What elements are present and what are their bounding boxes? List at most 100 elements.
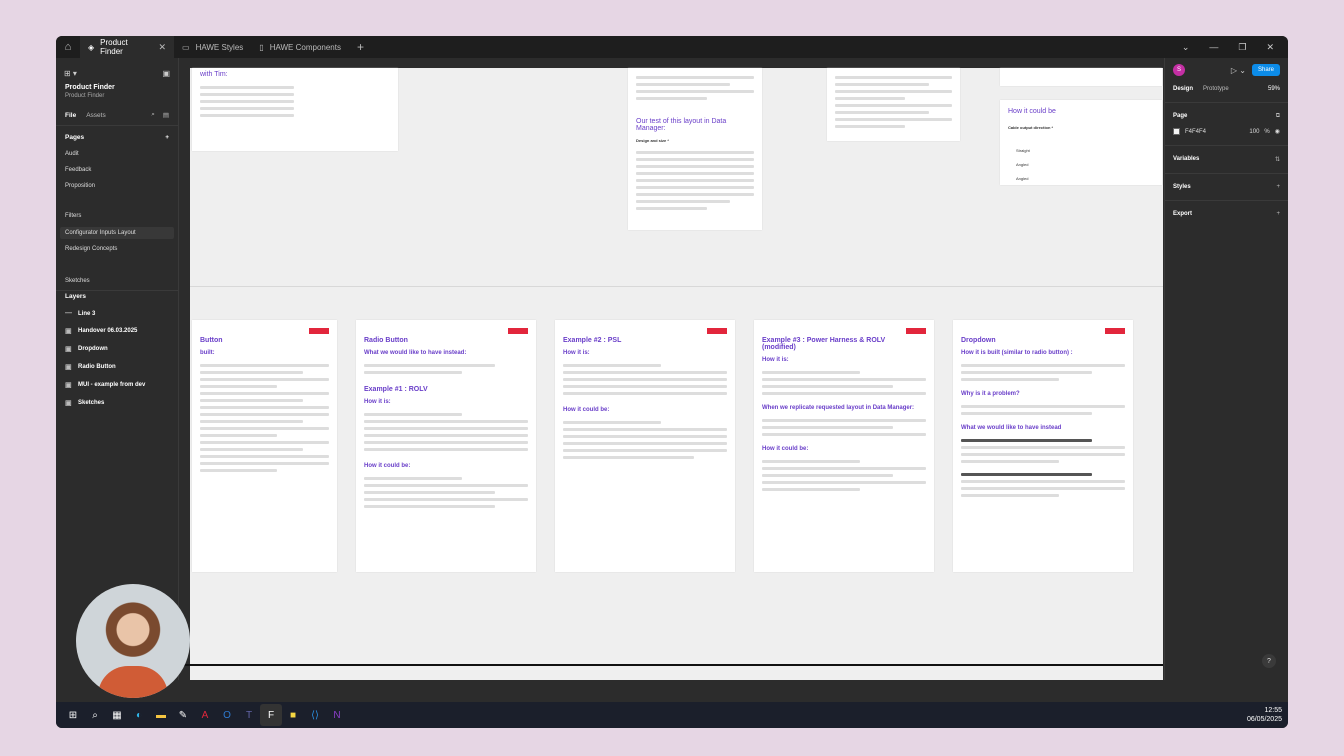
frame-subtitle: When we replicate requested layout in Da… <box>762 405 915 411</box>
share-button[interactable]: Share <box>1251 64 1280 76</box>
file-explorer-icon[interactable]: ▬ <box>150 704 172 726</box>
system-clock[interactable]: 12:55 06/05/2025 <box>1247 706 1288 724</box>
edge-icon[interactable]: ◐ <box>128 704 150 726</box>
page-opacity-value[interactable]: 100 <box>1249 129 1259 135</box>
variables-icon[interactable]: ⇅ <box>1275 156 1280 163</box>
layer-label: Handover 06.03.2025 <box>78 328 138 334</box>
home-icon[interactable]: ⌂ <box>56 36 80 58</box>
frame-title: How it could be <box>1008 108 1056 115</box>
frame-top-1[interactable]: with Tim: <box>192 68 398 151</box>
task-view-icon[interactable]: ▦ <box>106 704 128 726</box>
color-swatch[interactable] <box>1173 128 1180 135</box>
tab-design[interactable]: Design <box>1173 86 1193 92</box>
frame-subtitle: How it is: <box>762 357 789 363</box>
tab-prototype[interactable]: Prototype <box>1203 86 1229 92</box>
clock-date: 06/05/2025 <box>1246 716 1282 723</box>
styles-icon[interactable]: ⧉ <box>1276 113 1280 120</box>
search-icon[interactable]: ⌕ <box>84 704 106 726</box>
acrobat-icon[interactable]: A <box>194 704 216 726</box>
present-icon[interactable]: ▷ ⌄ <box>1231 66 1246 75</box>
onenote-icon[interactable]: N <box>326 704 348 726</box>
frame-example-psl[interactable]: Example #2 : PSL How it is: How it could… <box>555 320 735 572</box>
frame-top-4a[interactable] <box>1000 68 1162 86</box>
layer-item-handover[interactable]: ▣ Handover 06.03.2025 <box>56 317 178 335</box>
zoom-level[interactable]: 59% <box>1268 86 1280 92</box>
help-button[interactable]: ? <box>1262 654 1276 668</box>
minimize-icon[interactable]: — <box>1209 42 1218 53</box>
sticky-notes-icon[interactable]: ■ <box>282 704 304 726</box>
app-icon[interactable]: ✎ <box>172 704 194 726</box>
page-item-redesign-concepts[interactable]: Redesign Concepts <box>56 239 178 252</box>
page-item-filters[interactable]: Filters <box>56 203 178 219</box>
layers-header: Layers <box>56 291 178 300</box>
frame-top-4[interactable]: How it could be Cable output direction *… <box>1000 100 1162 185</box>
frame-content <box>754 452 934 491</box>
option-straight: Straight <box>1016 148 1030 153</box>
avatar[interactable]: S <box>1173 64 1185 76</box>
variables-title: Variables <box>1173 156 1200 162</box>
frame-radio-button[interactable]: Radio Button What we would like to have … <box>356 320 536 572</box>
layer-item-sketches[interactable]: ▣ Sketches <box>56 389 178 407</box>
add-style-icon[interactable]: + <box>1276 184 1280 190</box>
add-page-icon[interactable]: + <box>165 134 169 141</box>
close-tab-icon[interactable]: ✕ <box>158 42 166 53</box>
frame-top-3[interactable] <box>827 68 960 141</box>
frame-content <box>754 363 934 395</box>
styles-section[interactable]: Styles + <box>1165 174 1288 190</box>
page-item-audit[interactable]: Audit <box>56 141 178 157</box>
frame-subtitle: What we would like to have instead: <box>364 350 467 356</box>
frame-subtitle: How it is: <box>563 350 590 356</box>
figma-icon[interactable]: F <box>260 704 282 726</box>
main-menu-icon[interactable]: ⊞ ▾ <box>64 69 77 78</box>
tab-product-finder[interactable]: ◈ Product Finder ✕ <box>80 36 174 58</box>
pages-title: Pages <box>65 134 85 141</box>
frame-content <box>555 413 735 459</box>
design-prototype-tabs: Design Prototype 59% <box>1165 82 1288 96</box>
page-item-sketches[interactable]: Sketches <box>56 252 178 284</box>
project-name[interactable]: Product Finder <box>56 80 178 91</box>
book-icon: ▯ <box>259 42 264 52</box>
page-item-feedback[interactable]: Feedback <box>56 157 178 173</box>
line-3[interactable] <box>180 664 1163 666</box>
outlook-icon[interactable]: O <box>216 704 238 726</box>
layer-label: Sketches <box>78 400 105 406</box>
eye-icon[interactable]: ◉ <box>1275 128 1280 135</box>
library-icon[interactable]: ▤ <box>163 111 169 119</box>
tab-hawe-components[interactable]: ▯ HAWE Components <box>251 36 349 58</box>
frame-heading: Example #1 : ROLV <box>364 386 428 393</box>
frame-button[interactable]: Button built: <box>192 320 337 572</box>
page-item-configurator-inputs-layout[interactable]: Configurator Inputs Layout <box>60 227 174 239</box>
tab-hawe-styles[interactable]: ▭ HAWE Styles <box>174 36 251 58</box>
layer-item-radio-button[interactable]: ▣ Radio Button <box>56 353 178 371</box>
frame-example-power-harness[interactable]: Example #3 : Power Harness & ROLV (modif… <box>754 320 934 572</box>
layer-item-line-3[interactable]: — Line 3 <box>56 300 178 317</box>
frame-dropdown[interactable]: Dropdown How it is built (similar to rad… <box>953 320 1133 572</box>
close-icon[interactable]: ✕ <box>1266 42 1274 53</box>
variables-section[interactable]: Variables ⇅ <box>1165 146 1288 163</box>
tab-file[interactable]: File <box>65 112 76 119</box>
search-icon[interactable]: ⌕ <box>151 111 155 119</box>
teams-icon[interactable]: T <box>238 704 260 726</box>
page-fill-row[interactable]: F4F4F4 100 % ◉ <box>1165 120 1288 135</box>
frame-top-2[interactable]: Our test of this layout in Data Manager:… <box>628 68 762 230</box>
layer-item-dropdown[interactable]: ▣ Dropdown <box>56 335 178 353</box>
design-canvas[interactable]: with Tim: Our test of this layout in Dat… <box>180 58 1163 680</box>
vscode-icon[interactable]: ⟨⟩ <box>304 704 326 726</box>
windows-taskbar: ⊞ ⌕ ▦ ◐ ▬ ✎ A O T F ■ ⟨⟩ N 12:55 06/05/2… <box>56 702 1288 728</box>
new-tab-icon[interactable]: + <box>349 40 372 54</box>
frame-subtitle: What we would like to have instead <box>961 425 1062 431</box>
chevron-down-icon[interactable]: ⌄ <box>1182 42 1190 53</box>
maximize-icon[interactable]: ❐ <box>1238 42 1246 53</box>
page-color-value[interactable]: F4F4F4 <box>1185 129 1206 135</box>
sidebar-toggle-icon[interactable]: ▣ <box>162 69 170 78</box>
export-section[interactable]: Export + <box>1165 201 1288 217</box>
layer-item-mui-example[interactable]: ▣ MUI - example from dev <box>56 371 178 389</box>
frame-icon: ▣ <box>65 346 72 353</box>
frame-title: Our test of this layout in Data Manager: <box>636 118 727 132</box>
tab-assets[interactable]: Assets <box>86 112 106 119</box>
tab-label: Product Finder <box>100 38 128 56</box>
page-item-proposition[interactable]: Proposition <box>56 173 178 189</box>
page-section-title: Page <box>1173 113 1188 119</box>
windows-start-icon[interactable]: ⊞ <box>62 704 84 726</box>
add-export-icon[interactable]: + <box>1276 211 1280 217</box>
